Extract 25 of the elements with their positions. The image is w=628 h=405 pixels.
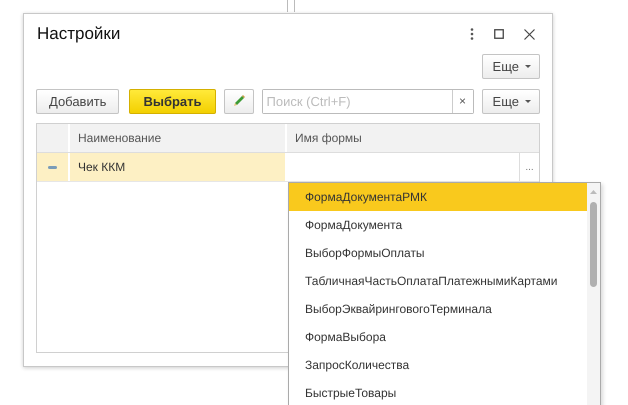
dropdown-item[interactable]: ТабличнаяЧастьОплатаПлатежнымиКартами (289, 267, 587, 295)
more-button[interactable]: Еще (482, 54, 540, 79)
column-header[interactable]: Имя формы (287, 124, 539, 152)
dropdown-item[interactable]: ВыборФормыОплаты (289, 239, 587, 267)
edit-button[interactable] (224, 88, 254, 114)
close-icon[interactable] (524, 28, 535, 40)
dropdown-item[interactable]: ФормаВыбора (289, 323, 587, 351)
dropdown-item[interactable]: ФормаДокумента (289, 211, 587, 239)
dropdown-item[interactable]: ФормаДокументаРМК (289, 183, 587, 211)
scrollbar[interactable] (587, 183, 600, 405)
more-menu-icon[interactable] (470, 28, 474, 40)
dropdown-item[interactable]: ВыборЭквайринговогоТерминала (289, 295, 587, 323)
search-field[interactable]: Поиск (Ctrl+F) × (262, 88, 474, 114)
dropdown-item[interactable]: БыстрыеТовары (289, 379, 587, 405)
pencil-icon (232, 94, 246, 108)
more-button[interactable]: Еще (482, 88, 540, 114)
select-button[interactable]: Выбрать (129, 88, 216, 114)
scroll-thumb[interactable] (590, 202, 597, 287)
choice-button[interactable]: ... (519, 153, 539, 181)
table-cell[interactable]: Чек ККМ (70, 153, 287, 181)
clear-button[interactable]: × (452, 90, 473, 112)
maximize-icon[interactable] (494, 29, 504, 39)
window-title: Настройки (37, 24, 120, 44)
add-button[interactable]: Добавить (36, 88, 120, 114)
dropdown-item[interactable]: ЗапросКоличества (289, 351, 587, 379)
